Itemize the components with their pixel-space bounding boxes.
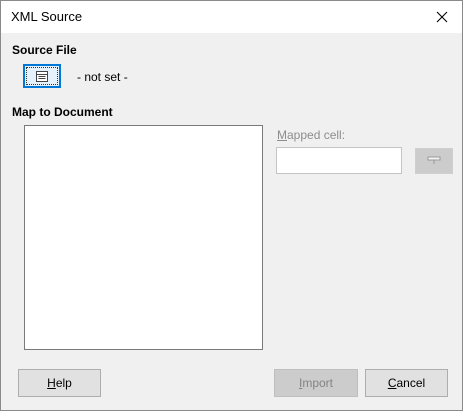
xml-source-dialog: XML Source Source File - not set - Map t… [0, 0, 463, 411]
close-icon [436, 11, 448, 23]
dialog-title: XML Source [11, 9, 83, 24]
help-button[interactable]: Help [18, 369, 101, 397]
mapped-cell-input[interactable] [276, 147, 402, 174]
close-button[interactable] [422, 1, 462, 33]
map-tree-view[interactable] [24, 125, 263, 350]
mapped-cell-label: Mapped cell: [277, 128, 346, 142]
browse-source-file-button[interactable] [23, 64, 61, 88]
title-bar: XML Source [1, 1, 462, 33]
import-button[interactable]: Import [274, 369, 358, 397]
source-file-heading: Source File [12, 43, 77, 57]
shrink-reference-icon [427, 156, 441, 164]
source-file-status: - not set - [77, 70, 128, 84]
shrink-reference-button[interactable] [415, 148, 453, 174]
map-to-document-heading: Map to Document [12, 105, 113, 119]
cancel-button[interactable]: Cancel [365, 369, 448, 397]
browse-file-icon [36, 70, 48, 82]
